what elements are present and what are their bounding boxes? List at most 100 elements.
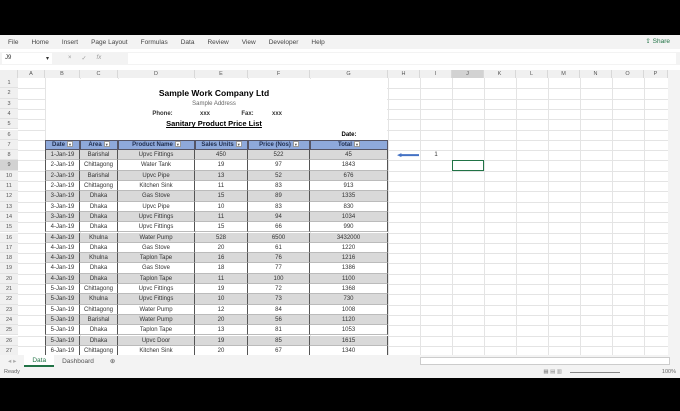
table-cell[interactable]: 5-Jan-19 [45, 325, 80, 336]
table-cell[interactable]: Gas Stove [118, 263, 195, 274]
table-cell[interactable]: 1034 [310, 211, 388, 223]
table-cell[interactable]: Khulna [80, 294, 118, 305]
table-cell[interactable]: 15 [195, 191, 248, 202]
table-cell[interactable]: 3-Jan-19 [45, 211, 80, 223]
table-cell[interactable]: 11 [195, 181, 248, 192]
table-cell[interactable]: 20 [195, 345, 248, 355]
row-header[interactable]: 3 [0, 98, 18, 109]
row-header[interactable]: 1 [0, 78, 18, 89]
table-cell[interactable]: Barishal [80, 170, 118, 181]
table-cell[interactable]: 5-Jan-19 [45, 294, 80, 305]
view-mode-icons[interactable]: ▦ ▤ ▥ [543, 369, 562, 375]
table-cell[interactable]: Barishal [80, 150, 118, 161]
table-cell[interactable]: 1843 [310, 160, 388, 171]
add-sheet-icon[interactable]: ⊕ [102, 357, 123, 365]
column-header-C[interactable]: C [80, 70, 118, 78]
table-cell[interactable]: 61 [248, 242, 310, 254]
table-cell[interactable]: 16 [195, 253, 248, 264]
table-cell[interactable]: 11 [195, 273, 248, 284]
table-cell[interactable]: Gas Stove [118, 242, 195, 254]
menu-view[interactable]: View [242, 39, 256, 46]
table-cell[interactable]: 1335 [310, 191, 388, 202]
table-cell[interactable]: Upvc Fittings [118, 222, 195, 233]
filter-dropdown-icon[interactable]: ▼ [353, 141, 360, 148]
row-header[interactable]: 18 [0, 253, 18, 264]
row-header[interactable]: 19 [0, 263, 18, 274]
column-header-K[interactable]: K [484, 70, 516, 78]
table-cell[interactable]: 73 [248, 294, 310, 305]
column-header-M[interactable]: M [548, 70, 580, 78]
row-header[interactable]: 8 [0, 150, 18, 161]
filter-dropdown-icon[interactable]: ▼ [67, 141, 73, 148]
selected-cell[interactable] [452, 160, 484, 171]
table-cell[interactable]: 1008 [310, 304, 388, 315]
table-cell[interactable]: Upvc Door [118, 335, 195, 346]
table-cell[interactable]: Upvc Fittings [118, 284, 195, 295]
table-cell[interactable]: 19 [195, 335, 248, 346]
row-header[interactable]: 23 [0, 304, 18, 315]
column-header-L[interactable]: L [516, 70, 548, 78]
table-cell[interactable]: Dhaka [80, 242, 118, 254]
filter-dropdown-icon[interactable]: ▼ [292, 141, 299, 148]
table-cell[interactable]: Kitchen Sink [118, 181, 195, 192]
table-cell[interactable]: Dhaka [80, 201, 118, 212]
table-cell[interactable]: 10 [195, 201, 248, 212]
table-cell[interactable]: 4-Jan-19 [45, 242, 80, 254]
table-cell[interactable]: 18 [195, 263, 248, 274]
table-cell[interactable]: 5-Jan-19 [45, 314, 80, 326]
column-header-P[interactable]: P [644, 70, 668, 78]
table-cell[interactable]: 2-Jan-19 [45, 160, 80, 171]
table-cell[interactable]: 730 [310, 294, 388, 305]
row-header[interactable]: 14 [0, 211, 18, 223]
table-cell[interactable]: Water Tank [118, 160, 195, 171]
table-cell[interactable]: 6-Jan-19 [45, 345, 80, 355]
column-header-N[interactable]: N [580, 70, 612, 78]
column-filter-header[interactable]: Date ▼ [45, 139, 80, 151]
column-header-J[interactable]: J [452, 70, 484, 78]
column-header-G[interactable]: G [310, 70, 388, 78]
table-cell[interactable]: 913 [310, 181, 388, 192]
row-header[interactable]: 11 [0, 181, 18, 192]
enter-icon[interactable]: ✓ [82, 55, 87, 62]
filter-dropdown-icon[interactable]: ▼ [235, 141, 242, 148]
table-cell[interactable]: Water Pump [118, 232, 195, 243]
table-cell[interactable]: Khulna [80, 232, 118, 243]
menu-formulas[interactable]: Formulas [141, 39, 168, 46]
tab-dashboard[interactable]: Dashboard [54, 358, 102, 365]
row-header[interactable]: 7 [0, 139, 18, 151]
row-header[interactable]: 27 [0, 345, 18, 355]
table-cell[interactable]: Khulna [80, 253, 118, 264]
row-header[interactable]: 20 [0, 273, 18, 284]
table-cell[interactable]: 83 [248, 181, 310, 192]
row-header[interactable]: 17 [0, 242, 18, 254]
row-header[interactable]: 26 [0, 335, 18, 346]
table-cell[interactable]: 5-Jan-19 [45, 335, 80, 346]
row-header[interactable]: 12 [0, 191, 18, 202]
table-cell[interactable]: 84 [248, 304, 310, 315]
row-header[interactable]: 16 [0, 232, 18, 243]
table-cell[interactable]: Chittagong [80, 284, 118, 295]
table-cell[interactable]: 676 [310, 170, 388, 181]
menu-page-layout[interactable]: Page Layout [91, 39, 128, 46]
column-header-B[interactable]: B [45, 70, 80, 78]
column-filter-header[interactable]: Product Name ▼ [118, 139, 195, 151]
table-cell[interactable]: 20 [195, 242, 248, 254]
table-cell[interactable]: 85 [248, 335, 310, 346]
table-cell[interactable]: Dhaka [80, 222, 118, 233]
column-filter-header[interactable]: Area ▼ [80, 139, 118, 151]
table-cell[interactable]: 3-Jan-19 [45, 201, 80, 212]
row-header[interactable]: 24 [0, 314, 18, 326]
table-cell[interactable]: 19 [195, 160, 248, 171]
row-header[interactable]: 15 [0, 222, 18, 233]
row-header[interactable]: 4 [0, 108, 18, 120]
row-header[interactable]: 9 [0, 160, 18, 171]
table-cell[interactable]: Taplon Tape [118, 325, 195, 336]
filter-dropdown-icon[interactable]: ▼ [174, 141, 181, 148]
table-cell[interactable]: 19 [195, 284, 248, 295]
table-cell[interactable]: Water Pump [118, 314, 195, 326]
row-header[interactable]: 22 [0, 294, 18, 305]
table-cell[interactable]: 1120 [310, 314, 388, 326]
filter-dropdown-icon[interactable]: ▼ [103, 141, 110, 148]
table-cell[interactable]: 830 [310, 201, 388, 212]
table-cell[interactable]: Water Pump [118, 304, 195, 315]
